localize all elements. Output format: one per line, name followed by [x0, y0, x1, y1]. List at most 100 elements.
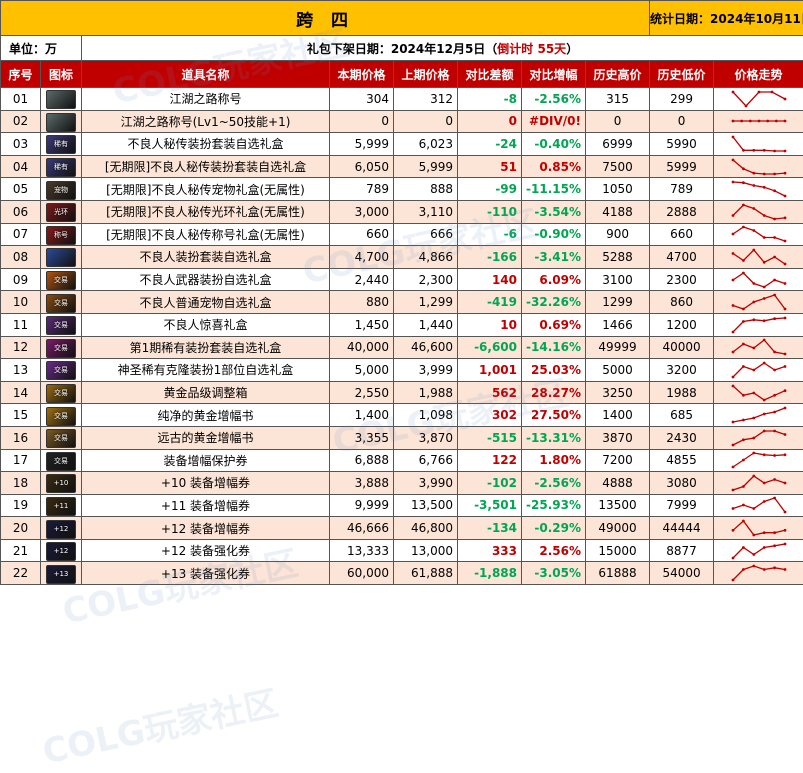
title-row: 跨 四 统计日期：2024年10月11日 [1, 1, 803, 36]
trend-cell [714, 223, 803, 246]
row-number: 09 [1, 268, 41, 291]
price-diff: -102 [458, 472, 522, 495]
price-trend-sparkline [729, 383, 789, 403]
history-high: 1050 [586, 178, 650, 201]
history-low: 3080 [650, 472, 714, 495]
trend-point [783, 407, 786, 410]
previous-price: 3,870 [394, 426, 458, 449]
trend-cell [714, 313, 803, 336]
row-icon-cell: 光环 [41, 200, 82, 223]
price-change-pct: -2.56% [522, 472, 586, 495]
trend-point [742, 520, 745, 523]
history-low: 4700 [650, 246, 714, 269]
header-history-high: 历史高价 [586, 61, 650, 88]
trend-cell [714, 291, 803, 314]
trend-point [731, 136, 734, 139]
row-icon-cell: 宠物 [41, 178, 82, 201]
trend-point [731, 443, 734, 446]
table-row: 22+13+13 装备强化券60,00061,888-1,888-3.05%61… [1, 562, 803, 585]
trend-point [773, 217, 776, 220]
history-high: 3100 [586, 268, 650, 291]
price-diff: -24 [458, 133, 522, 156]
trend-point [762, 172, 765, 175]
previous-price: 666 [394, 223, 458, 246]
trend-point [731, 252, 734, 255]
icon-label: 交易 [54, 389, 68, 397]
trend-point [742, 419, 745, 422]
watermark: COLG玩家社区 [38, 676, 282, 773]
current-price: 6,050 [330, 155, 394, 178]
previous-price: 4,866 [394, 246, 458, 269]
trend-cell [714, 155, 803, 178]
scroll-medal-icon [46, 90, 76, 109]
outfit-box-icon [46, 248, 76, 267]
header-previous-price: 上期价格 [394, 61, 458, 88]
table-row: 09交易不良人武器装扮自选礼盒2,4402,3001406.09%3100230… [1, 268, 803, 291]
trend-line [733, 92, 785, 106]
trend-point [757, 90, 760, 93]
header-current-price: 本期价格 [330, 61, 394, 88]
offshelf-prefix: 礼包下架日期：2024年12月5日（ [307, 42, 497, 56]
trend-cell [714, 472, 803, 495]
row-number: 19 [1, 494, 41, 517]
current-price: 880 [330, 291, 394, 314]
current-price: 9,999 [330, 494, 394, 517]
row-number: 14 [1, 381, 41, 404]
trend-point [773, 454, 776, 457]
trend-point [742, 203, 745, 206]
trend-point [731, 90, 734, 93]
item-name: [无期限]不良人秘传称号礼盒(无属性) [82, 223, 330, 246]
trend-point [731, 351, 734, 354]
trend-point [773, 544, 776, 547]
trend-point [752, 184, 755, 187]
trend-point [731, 488, 734, 491]
trend-line [733, 431, 785, 445]
price-change-pct: #DIV/0! [522, 110, 586, 133]
trend-point [731, 556, 734, 559]
icon-label: 交易 [54, 412, 68, 420]
trend-point [783, 263, 786, 266]
previous-price: 1,988 [394, 381, 458, 404]
history-high: 61888 [586, 562, 650, 585]
icon-label: 交易 [54, 321, 68, 329]
golden-box-icon: 交易 [46, 384, 76, 403]
row-number: 17 [1, 449, 41, 472]
trend-line [733, 363, 785, 377]
weapon-outfit-box-icon: 交易 [46, 271, 76, 290]
item-name: [无期限]不良人秘传宠物礼盒(无属性) [82, 178, 330, 201]
trend-point [783, 568, 786, 571]
price-diff: 10 [458, 313, 522, 336]
trend-cell [714, 381, 803, 404]
item-name: 不良人普通宠物自选礼盒 [82, 291, 330, 314]
price-trend-sparkline [729, 270, 789, 290]
item-name: 装备增幅保护券 [82, 449, 330, 472]
row-number: 08 [1, 246, 41, 269]
trend-cell [714, 268, 803, 291]
price-trend-sparkline [729, 315, 789, 335]
trend-point [742, 393, 745, 396]
icon-label: +10 [54, 479, 69, 487]
trend-line [733, 476, 785, 490]
trend-point [766, 120, 769, 123]
trend-point [752, 301, 755, 304]
trend-point [757, 120, 760, 123]
history-high: 5288 [586, 246, 650, 269]
history-low: 1988 [650, 381, 714, 404]
history-high: 4188 [586, 200, 650, 223]
trend-point [773, 317, 776, 320]
trend-point [783, 529, 786, 532]
trend-line [733, 386, 785, 400]
trend-point [742, 149, 745, 152]
item-name: 不良人装扮套装自选礼盒 [82, 246, 330, 269]
item-name: 黄金品级调整箱 [82, 381, 330, 404]
trend-point [731, 120, 734, 123]
history-low: 2888 [650, 200, 714, 223]
trend-point [752, 417, 755, 420]
trend-point [752, 508, 755, 511]
trend-point [740, 120, 743, 123]
header-history-low: 历史低价 [650, 61, 714, 88]
price-trend-sparkline [729, 202, 789, 222]
previous-price: 3,999 [394, 359, 458, 382]
history-low: 660 [650, 223, 714, 246]
trend-line [733, 227, 785, 241]
